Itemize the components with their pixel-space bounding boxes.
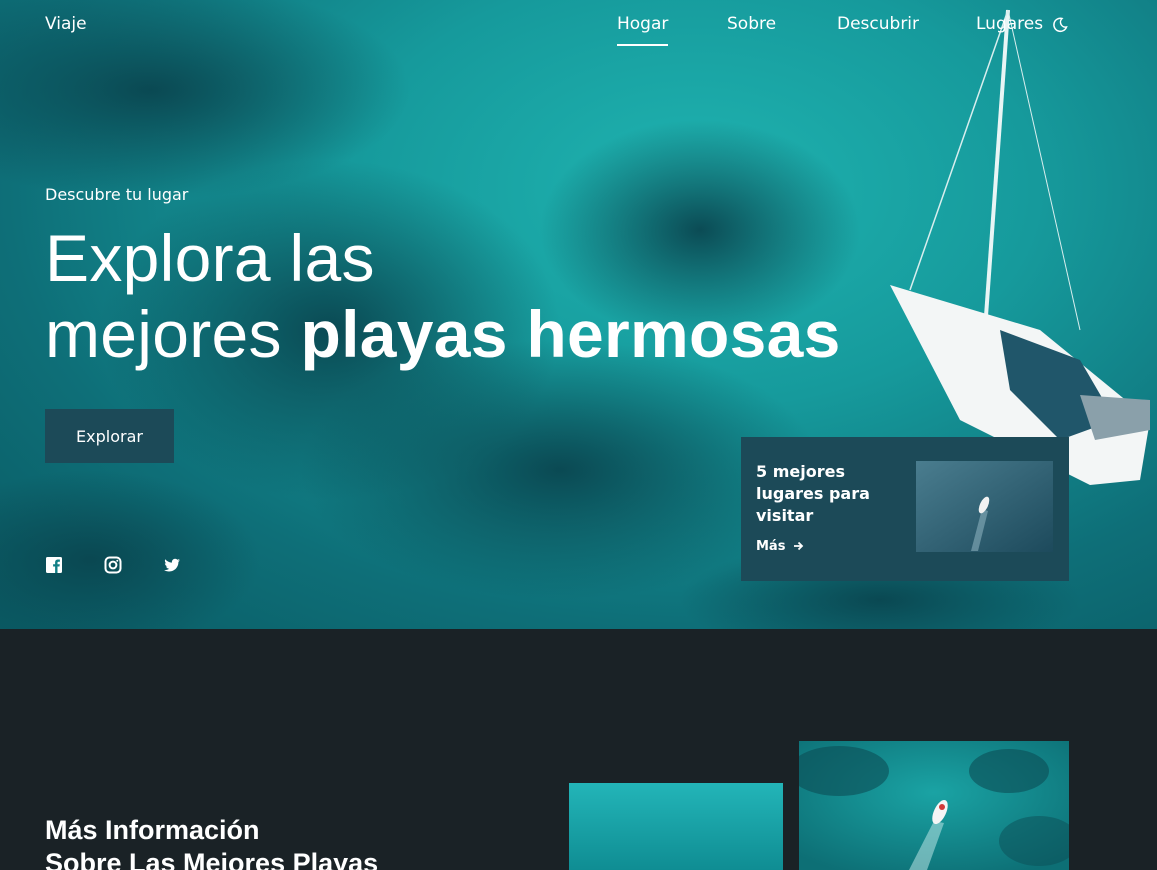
nav-link-sobre[interactable]: Sobre [727, 14, 776, 34]
moon-icon[interactable] [1051, 16, 1069, 34]
info-heading-line1: Más Información [45, 815, 260, 845]
hero-title: Explora las mejores playas hermosas [45, 220, 841, 372]
arrow-right-icon [793, 541, 804, 551]
site-logo[interactable]: Viaje [45, 14, 87, 34]
info-heading-line2: Sobre Las Mejores Playas [45, 848, 379, 870]
instagram-icon[interactable] [104, 556, 122, 574]
info-heading: Más Información Sobre Las Mejores Playas [45, 814, 378, 870]
sailboat-illustration [890, 9, 1150, 485]
card-more-label: Más [756, 539, 786, 554]
hero-title-line1: Explora las [45, 221, 375, 295]
facebook-icon[interactable] [45, 556, 63, 574]
card-more-link[interactable]: Más [756, 539, 804, 554]
nav-link-lugares[interactable]: Lugares [976, 14, 1043, 34]
beach-photo-1 [569, 783, 783, 870]
nav-link-descubrir[interactable]: Descubrir [837, 14, 919, 34]
card-title: 5 mejores lugares para visitar [756, 462, 870, 525]
featured-places-card[interactable]: 5 mejores lugares para visitar Más [741, 437, 1069, 581]
card-thumbnail-image [916, 461, 1053, 552]
hero-title-line2-regular: mejores [45, 297, 301, 371]
info-section: Más Información Sobre Las Mejores Playas [0, 629, 1157, 870]
explore-button[interactable]: Explorar [45, 409, 174, 463]
beach-photo-2 [799, 741, 1069, 870]
twitter-icon[interactable] [163, 556, 181, 574]
nav-link-hogar[interactable]: Hogar [617, 14, 669, 46]
hero-subtitle: Descubre tu lugar [45, 185, 189, 204]
hero-section: Viaje Hogar Sobre Descubrir Lugares Desc… [0, 0, 1157, 629]
hero-title-line2-bold: playas hermosas [300, 297, 841, 371]
